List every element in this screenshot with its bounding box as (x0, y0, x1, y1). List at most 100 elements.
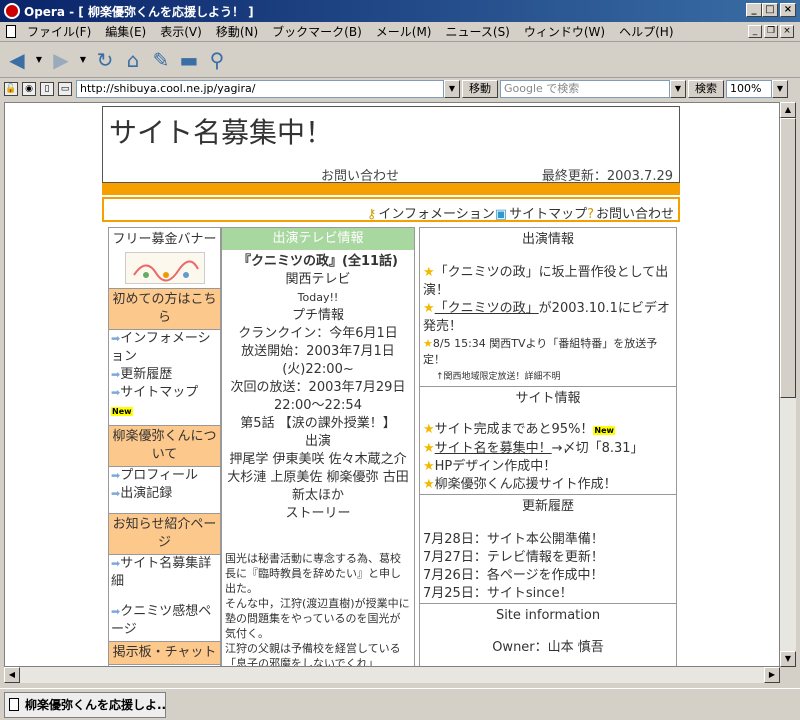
donation-banner[interactable] (124, 252, 205, 284)
history-item: 7月27日：テレビ情報を更新！ (423, 550, 604, 565)
scroll-thumb[interactable] (780, 118, 796, 398)
site-info-item: ★サイト名を募集中！→〆切「8.31」 (423, 441, 644, 456)
scroll-down-icon[interactable]: ▼ (780, 651, 796, 667)
section-bbs[interactable]: 掲示板・チャット (109, 641, 220, 665)
section-news: お知らせ紹介ページ (109, 513, 220, 555)
station: 関西テレビ (285, 272, 351, 287)
home-icon[interactable]: ⌂ (122, 48, 144, 72)
banner-label: フリー募金バナー (112, 232, 217, 247)
title-bar: Opera - [ 柳楽優弥くんを応援しよう！ ] (0, 0, 800, 22)
menu-mail[interactable]: メール(M) (369, 23, 439, 40)
story-paragraph: 江狩の父親は予備校を経営している (225, 642, 401, 655)
url-dropdown-icon[interactable]: ▼ (444, 80, 460, 98)
hotlist-icon[interactable]: ✎ (150, 48, 172, 72)
site-info-item: ★サイト完成まであと95%！New (423, 422, 615, 437)
security-icon[interactable]: 🔓 (4, 82, 18, 96)
sitemap-icon: ▣ (494, 207, 508, 222)
star-icon: ★ (423, 265, 435, 280)
print-icon[interactable]: ▬ (178, 48, 200, 72)
sidebar-item-information[interactable]: ➡インフォメーション (109, 330, 220, 366)
scroll-right-icon[interactable]: ▶ (764, 667, 780, 683)
image-toggle-icon[interactable]: ◉ (22, 82, 36, 96)
go-button[interactable]: 移動 (462, 80, 498, 98)
reload-icon[interactable]: ↻ (94, 48, 116, 72)
mdi-restore-button[interactable]: ❐ (764, 25, 778, 38)
url-input[interactable]: http://shibuya.cool.ne.jp/yagira/ (76, 80, 444, 98)
petit-info: プチ情報 (291, 308, 344, 323)
story-paragraph: 国光は秘書活動に専念する為、葛校長に『臨時教員を辞めたい』と申し出た。 (225, 552, 401, 595)
search-input[interactable]: Google で検索 (500, 80, 670, 98)
menu-news[interactable]: ニュース(S) (438, 23, 516, 40)
star-icon: ★ (423, 337, 433, 350)
menu-view[interactable]: 表示(V) (153, 23, 209, 40)
left-sidebar: フリー募金バナー 初めての方はこちら ➡インフォメーション ➡更新履歴 ➡サイト… (108, 227, 221, 666)
story-paragraph: そんな中，江狩(渡辺直樹)が授業中に塾の問題集をやっているのを国光が気付く。 (225, 597, 410, 640)
star-icon: ★ (423, 422, 435, 437)
tv-info-column: 出演テレビ情報 『クニミツの政』(全11話) 関西テレビ Today!! プチ情… (221, 227, 415, 667)
arrow-icon: ➡ (111, 469, 121, 482)
sidebar-item-sitename-details[interactable]: ➡サイト名募集詳細 (109, 555, 220, 591)
document-icon (6, 25, 16, 38)
star-icon: ★ (423, 477, 435, 492)
arrow-icon: ➡ (111, 332, 121, 345)
toolbar: ◀ ▼ ▶ ▼ ↻ ⌂ ✎ ▬ ⚲ (0, 42, 800, 78)
sitename-recruit-link[interactable]: サイト名を募集中！ (435, 441, 552, 456)
story-label: ストーリー (285, 506, 351, 521)
star-icon: ★ (423, 459, 435, 474)
nav-contact[interactable]: お問い合わせ (596, 207, 674, 222)
header-box: サイト名募集中！ お問い合わせ 最終更新：2003.7.29 (102, 106, 680, 184)
cast-label: 出演 (304, 434, 331, 449)
sidebar-item-kunimitsu[interactable]: ➡クニミツ感想ページ (109, 603, 220, 639)
key-icon: ⚷ (366, 207, 377, 222)
back-icon[interactable]: ◀ (6, 48, 28, 72)
vertical-scrollbar[interactable]: ▲ ▼ (780, 102, 796, 667)
menu-help[interactable]: ヘルプ(H) (612, 23, 680, 40)
mdi-minimize-button[interactable]: _ (748, 25, 762, 38)
page-viewport: サイト名募集中！ お問い合わせ 最終更新：2003.7.29 ⚷ インフォメーショ… (4, 102, 780, 667)
back-dropdown-icon[interactable]: ▼ (34, 49, 44, 71)
appearance-item: ★8/5 15:34 関西TVより「番組特番」を放送予定！ (423, 337, 658, 366)
video-link[interactable]: 「クニミツの政」 (435, 301, 539, 316)
nav-bar: ⚷ インフォメーション▣ サイトマップ? お問い合わせ (102, 197, 680, 222)
search-button[interactable]: 検索 (688, 80, 724, 98)
maximize-button[interactable]: □ (762, 3, 778, 17)
site-name: サイト名募集中！ (109, 116, 334, 149)
zoom-dropdown-icon[interactable]: ▼ (772, 80, 788, 98)
forward-icon[interactable]: ▶ (50, 48, 72, 72)
menu-bookmarks[interactable]: ブックマーク(B) (265, 23, 369, 40)
nav-sitemap[interactable]: サイトマップ (509, 207, 587, 222)
menu-navigate[interactable]: 移動(N) (209, 23, 265, 40)
horizontal-scrollbar[interactable]: ◀ ▶ (4, 667, 780, 683)
sidebar-item-sitemap[interactable]: ➡サイトマップNew (109, 384, 220, 421)
search-dropdown-icon[interactable]: ▼ (670, 80, 686, 98)
forward-dropdown-icon[interactable]: ▼ (78, 49, 88, 71)
document-icon[interactable]: ▭ (58, 82, 72, 96)
find-icon[interactable]: ⚲ (206, 48, 228, 72)
menu-file[interactable]: ファイル(F) (20, 23, 98, 40)
scroll-up-icon[interactable]: ▲ (780, 102, 796, 118)
close-button[interactable]: × (780, 3, 796, 17)
contact-link[interactable]: お問い合わせ (321, 165, 399, 184)
orange-divider (102, 183, 680, 195)
menu-window[interactable]: ウィンドウ(W) (517, 23, 612, 40)
sidebar-item-appearances[interactable]: ➡出演記録 (109, 485, 220, 503)
nav-information[interactable]: インフォメーション (378, 207, 494, 222)
sidebar-item-profile[interactable]: ➡プロフィール (109, 467, 220, 485)
menu-edit[interactable]: 編集(E) (98, 23, 153, 40)
broadcast-start: 放送開始：2003年7月1日(火)22:00~ (241, 344, 395, 377)
scroll-left-icon[interactable]: ◀ (4, 667, 20, 683)
menu-bar: ファイル(F) 編集(E) 表示(V) 移動(N) ブックマーク(B) メール(… (0, 22, 800, 42)
banner-figures-icon (132, 260, 199, 282)
minimize-button[interactable]: _ (746, 3, 762, 17)
page-tab[interactable]: 柳楽優弥くんを応援しよ... (4, 691, 166, 718)
today-label: Today!! (297, 291, 339, 304)
appearance-item: ★「クニミツの政」が2003.10.1にビデオ発売！ (423, 301, 670, 334)
zoom-field[interactable]: 100% (726, 80, 772, 98)
appearance-item: ★「クニミツの政」に坂上晋作役として出演！ (423, 265, 669, 298)
story-paragraph: 「息子の邪魔をしないでくれ」 (225, 657, 379, 667)
episode: 第5話 【涙の課外授業！】 (240, 416, 396, 431)
page-icon[interactable]: ▯ (40, 82, 54, 96)
right-column: 出演情報 ★「クニミツの政」に坂上晋作役として出演！ ★「クニミツの政」が200… (419, 227, 677, 666)
mdi-close-button[interactable]: × (780, 25, 794, 38)
sidebar-item-history[interactable]: ➡更新履歴 (109, 366, 220, 384)
